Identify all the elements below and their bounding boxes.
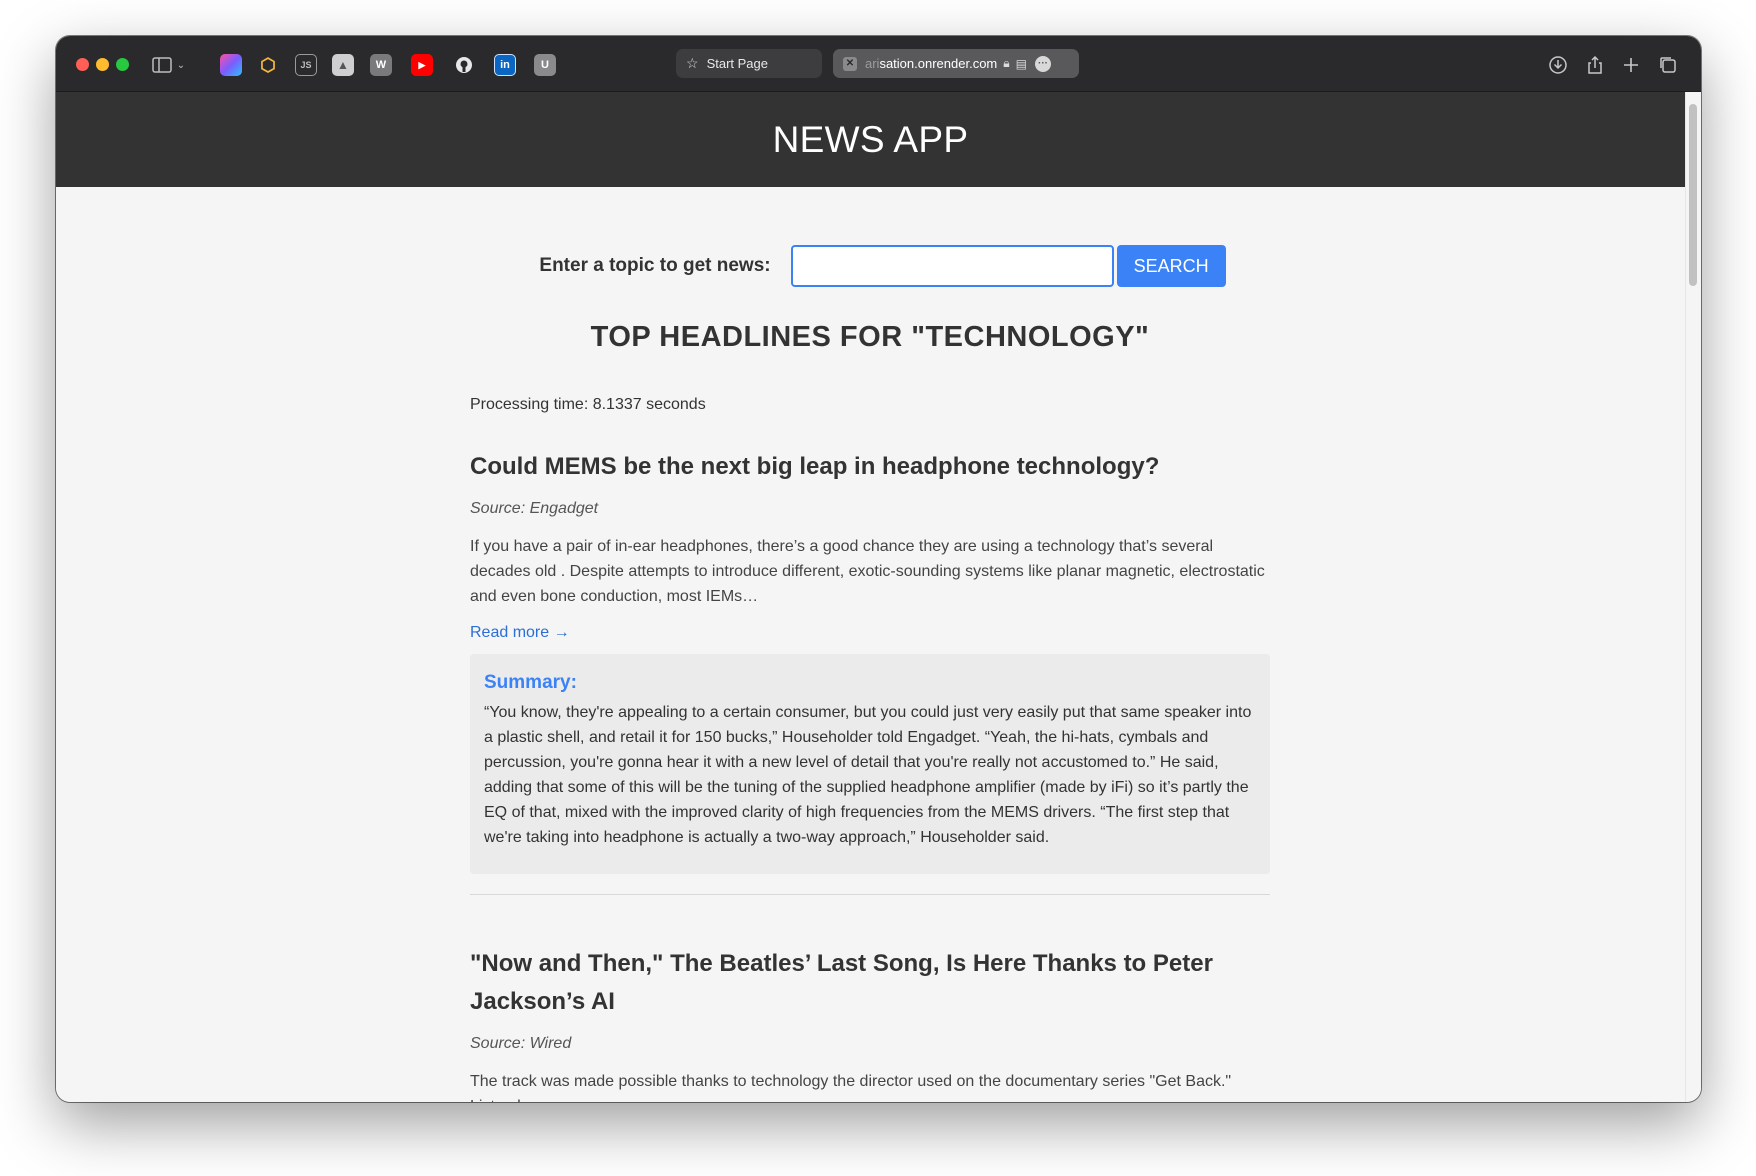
close-window-button[interactable] bbox=[76, 58, 89, 71]
article-source: Source: Engadget bbox=[470, 500, 599, 517]
chevron-down-icon[interactable]: ⌄ bbox=[174, 54, 188, 76]
article-title: Could MEMS be the next big leap in headp… bbox=[470, 453, 1160, 480]
bookmark-u-icon[interactable]: U bbox=[534, 54, 556, 76]
summary-text: “You know, they're appealing to a certai… bbox=[484, 704, 1252, 846]
summary-box: Summary: “You know, they're appealing to… bbox=[470, 654, 1270, 874]
url-fade-text: ari bbox=[865, 56, 880, 71]
more-options-icon[interactable]: ··· bbox=[1034, 55, 1051, 72]
minimize-window-button[interactable] bbox=[96, 58, 109, 71]
tab-label: Start Page bbox=[706, 56, 768, 71]
processing-time: Processing time: 8.1337 seconds bbox=[470, 396, 706, 413]
scrollbar-thumb[interactable] bbox=[1689, 104, 1697, 286]
browser-window: ⌄ ⬡ JS ▲ W ▶ in U ☆ Start Page ✕ ari sat… bbox=[56, 36, 1701, 1102]
share-icon[interactable] bbox=[1583, 53, 1607, 77]
article-card: "Now and Then," The Beatles’ Last Song, … bbox=[470, 945, 1270, 1102]
tab-active-url[interactable]: ✕ ari sation.onrender.com 🔒︎ ▤ ··· bbox=[833, 49, 1079, 78]
article-title: "Now and Then," The Beatles’ Last Song, … bbox=[470, 950, 1213, 1015]
bookmark-box-icon[interactable]: ⬡ bbox=[257, 54, 279, 76]
reader-icon[interactable]: ▤ bbox=[1016, 57, 1027, 71]
results-heading: TOP HEADLINES FOR "TECHNOLOGY" bbox=[590, 321, 1150, 353]
bookmark-w-icon[interactable]: W bbox=[370, 54, 392, 76]
close-tab-icon[interactable]: ✕ bbox=[843, 56, 857, 71]
search-input[interactable] bbox=[790, 245, 1114, 287]
read-more-link[interactable]: Read more → bbox=[470, 624, 570, 642]
lock-icon: 🔒︎ bbox=[1003, 56, 1010, 70]
article-source: Source: Wired bbox=[470, 1035, 572, 1052]
sidebar-icon[interactable] bbox=[151, 54, 173, 76]
bookmark-gradient-icon[interactable] bbox=[220, 54, 242, 76]
article-description: If you have a pair of in-ear headphones,… bbox=[470, 538, 1265, 605]
new-tab-icon[interactable] bbox=[1619, 53, 1643, 77]
zoom-window-button[interactable] bbox=[116, 58, 129, 71]
bookmark-image-icon[interactable]: ▲ bbox=[332, 54, 354, 76]
search-label: Enter a topic to get news: bbox=[539, 255, 771, 276]
article-description: The track was made possible thanks to te… bbox=[470, 1073, 1232, 1102]
star-icon: ☆ bbox=[686, 55, 699, 71]
browser-toolbar: ⌄ ⬡ JS ▲ W ▶ in U ☆ Start Page ✕ ari sat… bbox=[56, 36, 1701, 92]
app-header: NEWS APP bbox=[56, 92, 1685, 187]
bookmark-linkedin-icon[interactable]: in bbox=[494, 54, 516, 76]
search-button[interactable]: SEARCH bbox=[1116, 245, 1226, 287]
tab-overview-icon[interactable] bbox=[1656, 53, 1680, 77]
bookmark-youtube-icon[interactable]: ▶ bbox=[411, 54, 433, 76]
bookmark-js-icon[interactable]: JS bbox=[295, 54, 317, 76]
web-page: NEWS APP Enter a topic to get news: SEAR… bbox=[56, 92, 1685, 1102]
article-divider bbox=[470, 894, 1270, 895]
bookmark-github-icon[interactable] bbox=[453, 54, 475, 76]
article-card: Could MEMS be the next big leap in headp… bbox=[470, 448, 1270, 895]
summary-label: Summary: bbox=[484, 672, 577, 693]
download-icon[interactable] bbox=[1546, 53, 1570, 77]
search-form: Enter a topic to get news: SEARCH bbox=[56, 245, 1685, 287]
tab-start-page[interactable]: ☆ Start Page bbox=[676, 49, 822, 78]
address-bar-url[interactable]: sation.onrender.com bbox=[879, 56, 997, 71]
app-title: NEWS APP bbox=[772, 118, 969, 160]
